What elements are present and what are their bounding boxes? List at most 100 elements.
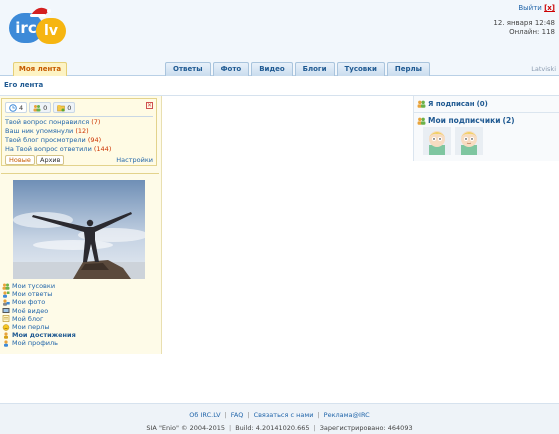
tab-photo[interactable]: Фото: [212, 62, 250, 76]
menu-item-blog[interactable]: Мой блог: [2, 315, 76, 323]
tab-blogs[interactable]: Блоги: [294, 62, 335, 76]
main-nav: Моя лента Ответы Фото Видео Блоги Тусовк…: [0, 62, 559, 76]
menu-item-video[interactable]: Моё видео: [2, 307, 76, 315]
footer-links: Об IRC.LV | FAQ | Связаться с нами | Реклама@I…: [0, 411, 559, 419]
counter-questions[interactable]: 4: [5, 102, 28, 113]
notification-label: Ваш ник упомянули: [5, 127, 74, 135]
tab-answers[interactable]: Ответы: [165, 62, 211, 76]
menu-item-label: Мой блог: [12, 314, 44, 323]
notification-label: На Твой вопрос ответили: [5, 145, 92, 153]
current-datetime: 12. января 12:48: [493, 19, 555, 27]
list-item[interactable]: Твой вопрос понравился (7): [5, 118, 111, 127]
smile-icon: [2, 323, 10, 331]
subscriptions-count: (0): [476, 100, 488, 108]
tab-video[interactable]: Видео: [251, 62, 293, 76]
separator: |: [224, 411, 227, 419]
divider: [414, 112, 559, 113]
menu-item-pearls[interactable]: Мои перлы: [2, 323, 76, 331]
avatar[interactable]: [455, 127, 483, 155]
users-icon: [33, 104, 41, 111]
notification-label: Твой блог просмотрели: [5, 136, 86, 144]
menu-item-label: Мой профиль: [12, 339, 58, 348]
photo-icon: [3, 299, 10, 306]
close-icon[interactable]: ✕: [146, 102, 153, 109]
counter-friends[interactable]: 0: [29, 102, 52, 113]
clock-icon: [9, 103, 17, 112]
counter-messages[interactable]: 0: [53, 102, 76, 113]
tab-pearls[interactable]: Перлы: [386, 62, 430, 76]
answers-icon: [3, 291, 10, 298]
menu-item-label: Мои перлы: [12, 323, 50, 332]
profile-icon: [4, 340, 8, 347]
language-link[interactable]: Latviski: [531, 65, 556, 73]
followers-label: Мои подписчики: [428, 116, 501, 125]
menu-item-label: Мои достижения: [12, 331, 76, 340]
subscriptions-label: Я подписан: [428, 100, 475, 108]
notification-list: Твой вопрос понравился (7) Ваш ник упомя…: [5, 118, 111, 154]
logout-link[interactable]: Выйти: [518, 4, 542, 12]
right-sidebar: Я подписан (0) Мои подписчики (2): [413, 96, 559, 161]
group-icon: [2, 283, 10, 290]
menu-item-parties[interactable]: Мои тусовки: [2, 282, 76, 290]
followers-header[interactable]: Мои подписчики (2): [417, 116, 515, 125]
notification-footer: Новые Архив Настройки: [4, 155, 154, 165]
notification-count: (144): [93, 145, 112, 153]
menu-item-profile[interactable]: Мой профиль: [2, 339, 76, 347]
notification-label: Твой вопрос понравился: [5, 118, 90, 126]
subscriptions-header[interactable]: Я подписан (0): [417, 100, 488, 108]
list-item[interactable]: Ваш ник упомянули (12): [5, 127, 111, 136]
tab-my-feed[interactable]: Моя лента: [13, 62, 67, 76]
footer-link-contact[interactable]: Связаться с нами: [254, 411, 314, 419]
menu-item-photo[interactable]: Мои фото: [2, 298, 76, 306]
menu-item-achievements[interactable]: Мои достижения: [2, 331, 76, 339]
new-button[interactable]: Новые: [5, 155, 35, 165]
notifications-panel: 4 0 0 ✕ Твой вопрос понравился (7) Ваш н…: [1, 98, 157, 166]
section-tabs: Ответы Фото Видео Блоги Тусовки Перлы: [165, 62, 430, 76]
logo-lv-text: lv: [36, 18, 66, 44]
list-item[interactable]: Твой блог просмотрели (94): [5, 136, 111, 145]
settings-link[interactable]: Настройки: [116, 156, 153, 164]
counter-questions-value: 4: [19, 103, 24, 112]
separator: |: [313, 424, 316, 432]
notification-count: (94): [87, 136, 102, 144]
followers-count: (2): [502, 116, 515, 125]
footer: Об IRC.LV | FAQ | Связаться с нами | Реклама@I…: [0, 403, 559, 434]
page-title: Его лента: [4, 81, 44, 89]
menu-item-label: Мои ответы: [12, 290, 53, 299]
blog-icon: [2, 315, 10, 323]
footer-link-about[interactable]: Об IRC.LV: [189, 411, 220, 419]
profile-box: Мои тусовки Мои ответы Мои фото Моё виде…: [1, 173, 159, 353]
header: irc lv Выйти [x] 12. января 12:48 Онлайн…: [0, 0, 559, 62]
menu-item-answers[interactable]: Мои ответы: [2, 290, 76, 298]
users-icon: [417, 117, 426, 125]
logout-x-link[interactable]: [x]: [544, 4, 555, 12]
folder-icon: [57, 104, 66, 111]
build-version: Build: 4.20141020.665: [235, 424, 310, 432]
archive-button[interactable]: Архив: [36, 155, 65, 165]
user-panel: Выйти [x] 12. января 12:48 Онлайн: 118: [493, 4, 555, 37]
users-icon: [417, 100, 426, 108]
menu-item-label: Моё видео: [12, 306, 49, 315]
divider: [5, 116, 153, 117]
profile-menu: Мои тусовки Мои ответы Мои фото Моё виде…: [2, 282, 76, 348]
menu-item-label: Мои тусовки: [12, 282, 56, 290]
santa-hat-icon: [30, 7, 51, 17]
avatar[interactable]: [423, 127, 451, 155]
tab-parties[interactable]: Тусовки: [336, 62, 385, 76]
followers-avatars: [423, 127, 483, 155]
video-icon: [2, 308, 10, 314]
left-sidebar: 4 0 0 ✕ Твой вопрос понравился (7) Ваш н…: [0, 96, 162, 354]
achievement-icon: [4, 332, 8, 339]
profile-photo[interactable]: [13, 180, 145, 279]
online-count: Онлайн: 118: [509, 28, 555, 36]
footer-link-ads[interactable]: Реклама@IRC: [324, 411, 370, 419]
site-logo[interactable]: irc lv: [9, 7, 67, 44]
notification-count: (12): [75, 127, 89, 135]
list-item[interactable]: На Твой вопрос ответили (144): [5, 145, 111, 154]
separator: |: [229, 424, 232, 432]
footer-link-faq[interactable]: FAQ: [231, 411, 244, 419]
counter-friends-value: 0: [43, 103, 48, 112]
footer-info: SIA "Enio" © 2004-2015 | Build: 4.20141020…: [0, 424, 559, 432]
counter-messages-value: 0: [67, 103, 72, 112]
notification-count: (7): [91, 118, 101, 126]
